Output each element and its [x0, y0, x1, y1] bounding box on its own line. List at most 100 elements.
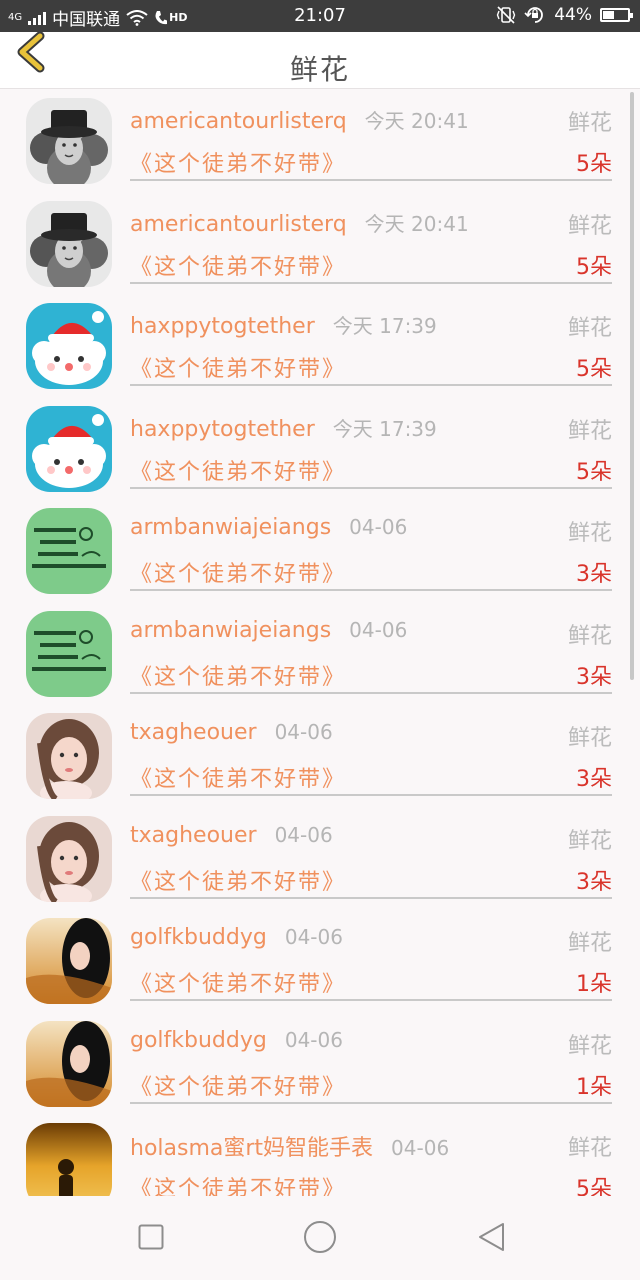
- username-text[interactable]: golfkbuddyg: [130, 1028, 267, 1053]
- username-text[interactable]: txagheouer: [130, 720, 257, 745]
- vibrate-icon: [496, 6, 516, 24]
- timestamp: 今天 17:39: [332, 416, 437, 441]
- book-title-link[interactable]: 《这个徒弟不好带》: [130, 351, 346, 383]
- username-text[interactable]: armbanwiajeiangs: [130, 618, 331, 643]
- avatar[interactable]: [26, 1123, 112, 1196]
- timestamp: 04-06: [391, 1136, 450, 1160]
- username[interactable]: haxppytogtether 今天 17:39: [130, 310, 437, 339]
- username[interactable]: holasma蜜rt妈智能手表 04-06: [130, 1130, 449, 1162]
- username-text[interactable]: americantourlisterq: [130, 109, 347, 134]
- divider: [130, 486, 612, 489]
- book-title-link[interactable]: 《这个徒弟不好带》: [130, 1171, 346, 1196]
- book-title-link[interactable]: 《这个徒弟不好带》: [130, 761, 346, 793]
- username[interactable]: golfkbuddyg 04-06: [130, 1028, 343, 1053]
- divider: [130, 179, 612, 181]
- gift-type-label: 鲜花: [567, 418, 612, 444]
- list-item[interactable]: holasma蜜rt妈智能手表 04-06 鲜花 《这个徒弟不好带》 5朵: [0, 1114, 640, 1196]
- timestamp: 04-06: [349, 515, 408, 539]
- avatar[interactable]: [26, 815, 112, 902]
- flower-count: 3朵: [576, 664, 612, 690]
- header-bar: 鲜花: [0, 31, 640, 89]
- gift-type-label: 鲜花: [567, 623, 612, 649]
- book-title-link[interactable]: 《这个徒弟不好带》: [130, 556, 346, 588]
- gift-type-label: 鲜花: [567, 931, 612, 956]
- username-text[interactable]: golfkbuddyg: [130, 925, 267, 950]
- list-item[interactable]: haxppytogtether 今天 17:39 鲜花 《这个徒弟不好带》 5朵: [0, 397, 640, 499]
- timestamp: 04-06: [284, 1027, 343, 1052]
- divider: [130, 589, 612, 591]
- divider: [130, 384, 612, 386]
- avatar[interactable]: [26, 200, 112, 287]
- list-item[interactable]: armbanwiajeiangs 04-06 鲜花《这个徒弟不好带》 3朵: [0, 499, 640, 601]
- gift-type-label: 鲜花: [567, 521, 612, 546]
- username-text[interactable]: holasma蜜rt妈智能手表: [130, 1136, 373, 1161]
- timestamp: 04-06: [349, 617, 408, 642]
- avatar[interactable]: [26, 405, 112, 492]
- avatar[interactable]: [26, 1020, 112, 1107]
- avatar[interactable]: [26, 98, 112, 184]
- username-text[interactable]: americantourlisterq: [130, 212, 347, 237]
- book-title-link[interactable]: 《这个徒弟不好带》: [130, 659, 346, 691]
- username[interactable]: armbanwiajeiangs 04-06: [130, 618, 407, 643]
- divider: [130, 794, 612, 796]
- status-bar: 4G 中国联通 HD 21:07 44%: [0, 0, 640, 32]
- recent-apps-icon[interactable]: [138, 1224, 164, 1250]
- book-title-link[interactable]: 《这个徒弟不好带》: [130, 249, 346, 281]
- list-item[interactable]: americantourlisterq 今天 20:41 鲜花 《这个徒弟不好带》 5朵: [0, 89, 640, 191]
- timestamp: 今天 17:39: [332, 314, 437, 338]
- status-right: 44%: [496, 5, 633, 25]
- list-item[interactable]: golfkbuddyg 04-06 鲜花《这个徒弟不好带》 1朵: [0, 1012, 640, 1114]
- book-title-link[interactable]: 《这个徒弟不好带》: [130, 146, 346, 178]
- username[interactable]: txagheouer 04-06: [130, 720, 333, 745]
- timestamp: 04-06: [284, 925, 343, 949]
- gift-type-label: 鲜花: [567, 726, 612, 751]
- timestamp: 今天 20:41: [364, 211, 469, 236]
- flower-count: 1朵: [576, 972, 612, 997]
- home-icon[interactable]: [303, 1220, 337, 1254]
- username-text[interactable]: armbanwiajeiangs: [130, 515, 331, 540]
- list-item[interactable]: americantourlisterq 今天 20:41 鲜花 《这个徒弟不好带》 5朵: [0, 192, 640, 294]
- gift-type-label: 鲜花: [567, 316, 612, 341]
- list-item[interactable]: armbanwiajeiangs 04-06 鲜花《这个徒弟不好带》 3朵: [0, 602, 640, 704]
- battery-percent: 44%: [554, 5, 592, 25]
- flower-list: americantourlisterq 今天 20:41 鲜花 《这个徒弟不好带》 5朵…: [0, 89, 640, 1196]
- flower-count: 3朵: [576, 562, 612, 587]
- timestamp: 今天 20:41: [364, 109, 469, 133]
- book-title-link[interactable]: 《这个徒弟不好带》: [130, 1069, 346, 1101]
- book-title-link[interactable]: 《这个徒弟不好带》: [130, 454, 346, 486]
- username[interactable]: haxppytogtether 今天 17:39: [130, 413, 437, 442]
- list-item[interactable]: txagheouer 04-06 鲜花 《这个徒弟不好带》 3朵: [0, 807, 640, 909]
- avatar[interactable]: [26, 610, 112, 697]
- username[interactable]: americantourlisterq 今天 20:41: [130, 208, 469, 237]
- username-text[interactable]: haxppytogtether: [130, 417, 315, 442]
- avatar[interactable]: [26, 918, 112, 1004]
- gift-type-label: 鲜花: [567, 213, 612, 239]
- flower-count: 3朵: [576, 767, 612, 792]
- avatar[interactable]: [26, 713, 112, 799]
- rotation-lock-icon: [524, 7, 544, 23]
- timestamp: 04-06: [274, 822, 333, 847]
- flower-count: 5朵: [576, 357, 612, 382]
- list-item[interactable]: haxppytogtether 今天 17:39 鲜花《这个徒弟不好带》 5朵: [0, 294, 640, 396]
- username[interactable]: americantourlisterq 今天 20:41: [130, 105, 469, 134]
- scrollbar[interactable]: [630, 92, 634, 680]
- book-title-link[interactable]: 《这个徒弟不好带》: [130, 966, 346, 998]
- book-title-link[interactable]: 《这个徒弟不好带》: [130, 864, 346, 896]
- avatar[interactable]: [26, 303, 112, 389]
- username[interactable]: golfkbuddyg 04-06: [130, 925, 343, 950]
- username[interactable]: txagheouer 04-06: [130, 823, 333, 848]
- username[interactable]: armbanwiajeiangs 04-06: [130, 515, 407, 540]
- username-text[interactable]: txagheouer: [130, 823, 257, 848]
- list-item[interactable]: golfkbuddyg 04-06 鲜花《这个徒弟不好带》 1朵: [0, 909, 640, 1011]
- username-text[interactable]: haxppytogtether: [130, 314, 315, 339]
- avatar[interactable]: [26, 508, 112, 594]
- back-icon[interactable]: [477, 1222, 507, 1252]
- flower-count: 3朵: [576, 869, 612, 895]
- divider: [130, 999, 612, 1001]
- gift-type-label: 鲜花: [567, 1136, 612, 1161]
- flower-count: 1朵: [576, 1074, 612, 1100]
- list-item[interactable]: txagheouer 04-06 鲜花《这个徒弟不好带》 3朵: [0, 704, 640, 806]
- gift-type-label: 鲜花: [567, 1033, 612, 1059]
- flower-count: 5朵: [576, 152, 612, 177]
- divider: [130, 896, 612, 899]
